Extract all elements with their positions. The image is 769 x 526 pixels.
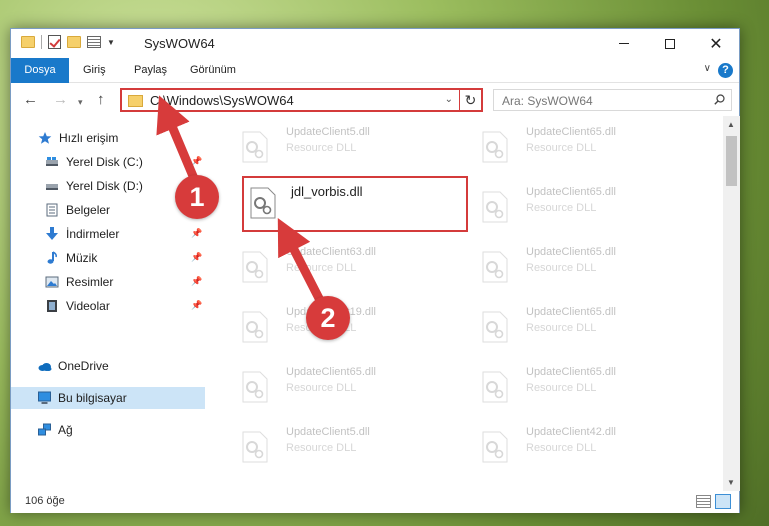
- annotation-arrows: [156, 95, 331, 317]
- callout-badge-2: 2: [306, 296, 350, 340]
- callout-badge-1: 1: [175, 175, 219, 219]
